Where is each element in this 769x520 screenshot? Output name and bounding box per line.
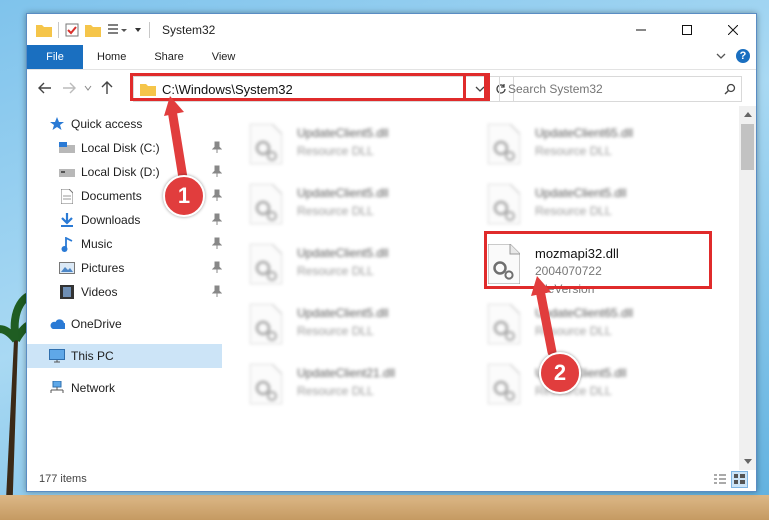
callout-two: 2 — [539, 352, 581, 394]
callout-arrows — [164, 96, 557, 357]
callout-one: 1 — [163, 175, 205, 217]
